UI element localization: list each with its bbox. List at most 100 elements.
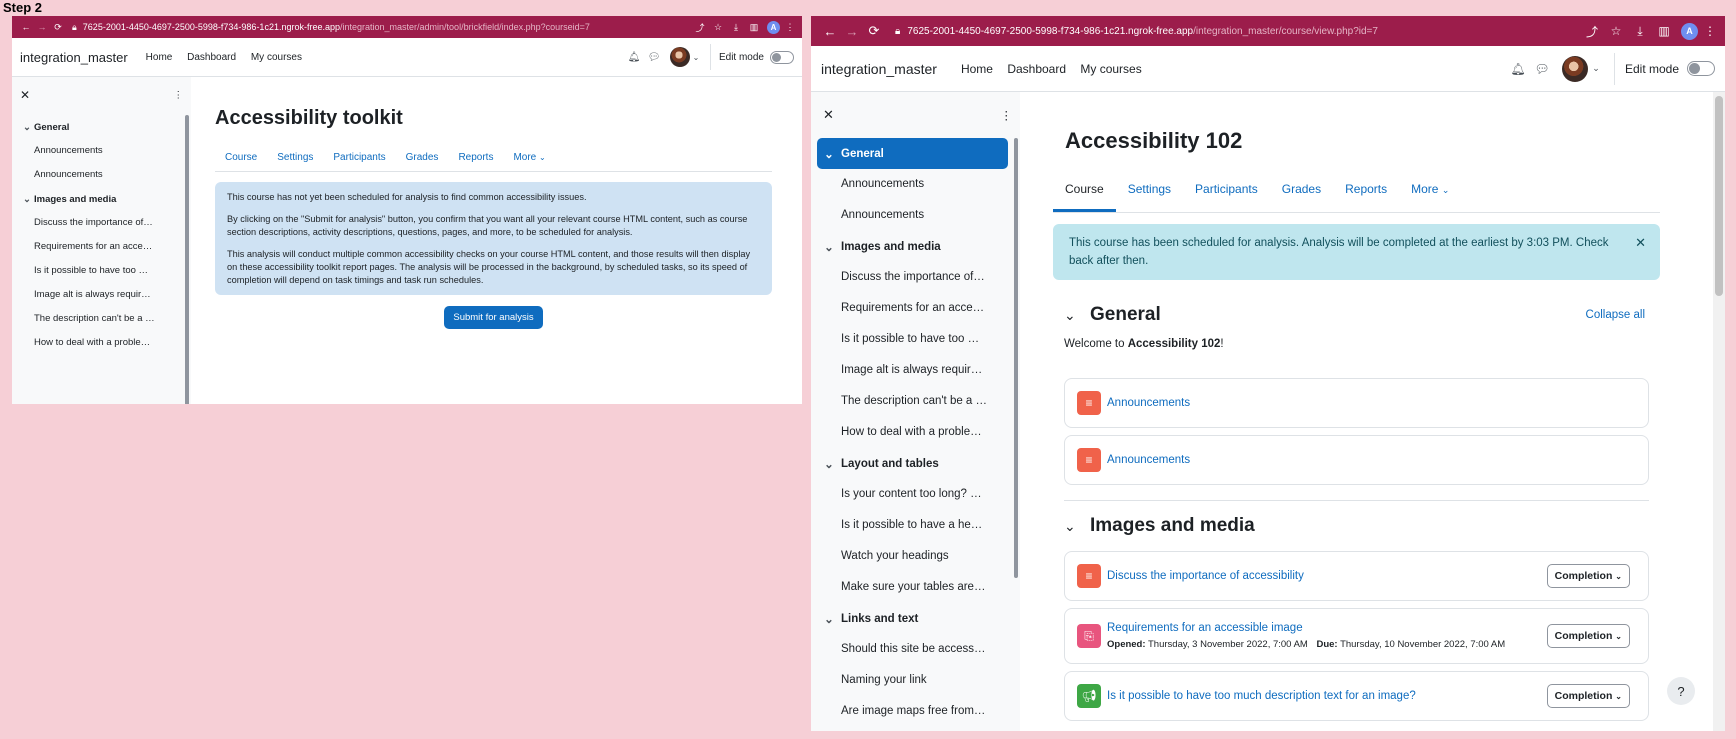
course-index-item[interactable]: Are image maps free from… bbox=[817, 696, 1012, 727]
course-index-item[interactable]: Is your content too long? … bbox=[817, 479, 1012, 510]
drawer-menu-icon[interactable]: ⋮ bbox=[1001, 108, 1013, 122]
forward-arrow-icon[interactable]: → bbox=[841, 24, 863, 39]
course-index-section-links[interactable]: ⌄ Links and text bbox=[817, 603, 1012, 634]
download-icon[interactable]: ⤓ bbox=[1628, 24, 1652, 39]
course-index-item[interactable]: Should this site be access… bbox=[817, 634, 1012, 665]
activity-link[interactable]: Is it possible to have too much descript… bbox=[1107, 690, 1416, 702]
course-index-item[interactable]: Discuss the importance of… bbox=[20, 211, 183, 235]
drawer-scrollbar[interactable] bbox=[185, 115, 189, 404]
chevron-down-icon[interactable]: ⌄ bbox=[20, 122, 34, 133]
close-alert-icon[interactable]: ✕ bbox=[1635, 234, 1646, 252]
course-index-item[interactable]: How to deal with a proble… bbox=[817, 417, 1012, 448]
address-bar[interactable]: 🔒︎ 7625-2001-4450-4697-2500-5998-f734-98… bbox=[895, 26, 1580, 37]
course-index-item[interactable]: Discuss the importance of… bbox=[817, 262, 1012, 293]
drawer-menu-icon[interactable]: ⋮ bbox=[174, 90, 184, 101]
profile-avatar[interactable]: A bbox=[1681, 22, 1698, 40]
tab-settings[interactable]: Settings bbox=[1116, 170, 1183, 212]
course-index-item[interactable]: Watch your headings bbox=[817, 541, 1012, 572]
tab-grades[interactable]: Grades bbox=[396, 144, 449, 171]
star-icon[interactable]: ☆ bbox=[1604, 24, 1628, 38]
chevron-down-icon[interactable]: ⌄ bbox=[817, 147, 841, 161]
tab-more[interactable]: More ⌄ bbox=[1399, 170, 1461, 212]
activity-link[interactable]: Announcements bbox=[1107, 397, 1190, 409]
nav-my-courses[interactable]: My courses bbox=[251, 52, 302, 63]
tab-reports[interactable]: Reports bbox=[1333, 170, 1399, 212]
bell-icon[interactable]: 🔔︎ bbox=[1506, 62, 1530, 76]
tab-course[interactable]: Course bbox=[215, 144, 267, 171]
chevron-down-icon[interactable]: ⌄ bbox=[690, 53, 702, 62]
course-index-item[interactable]: Is it possible to have too … bbox=[20, 259, 183, 283]
chat-icon[interactable]: 💬︎ bbox=[1530, 62, 1554, 76]
page-scrollbar[interactable] bbox=[1713, 92, 1725, 731]
kebab-menu-icon[interactable]: ⋮ bbox=[784, 22, 796, 33]
edit-mode-toggle[interactable] bbox=[770, 50, 794, 64]
course-index-item[interactable]: Announcements bbox=[817, 200, 1012, 231]
course-index-item[interactable]: Make sure your tables are… bbox=[817, 572, 1012, 603]
course-index-section-images[interactable]: ⌄ Images and media bbox=[817, 231, 1012, 262]
back-arrow-icon[interactable]: ← bbox=[18, 22, 34, 32]
tab-participants[interactable]: Participants bbox=[323, 144, 395, 171]
chevron-down-icon[interactable]: ⌄ bbox=[1064, 307, 1090, 324]
address-bar[interactable]: 🔒︎ 7625-2001-4450-4697-2500-5998-f734-98… bbox=[72, 22, 691, 33]
completion-dropdown[interactable]: Completion ⌄ bbox=[1546, 564, 1630, 588]
tab-participants[interactable]: Participants bbox=[1183, 170, 1270, 212]
course-index-section-layout[interactable]: ⌄ Layout and tables bbox=[817, 448, 1012, 479]
course-index-item[interactable]: Image alt is always requir… bbox=[20, 283, 183, 307]
site-brand[interactable]: integration_master bbox=[20, 50, 128, 65]
course-index-item[interactable]: Announcements bbox=[20, 139, 183, 163]
share-icon[interactable]: ⤴ bbox=[1580, 23, 1604, 40]
activity-link[interactable]: Announcements bbox=[1107, 454, 1190, 466]
nav-home[interactable]: Home bbox=[961, 62, 993, 76]
user-avatar[interactable] bbox=[1561, 55, 1588, 82]
course-index-item[interactable]: Requirements for an acce… bbox=[817, 293, 1012, 324]
reload-icon[interactable]: ⟳ bbox=[50, 22, 66, 33]
chevron-down-icon[interactable]: ⌄ bbox=[817, 612, 841, 626]
nav-dashboard[interactable]: Dashboard bbox=[1007, 62, 1066, 76]
course-index-item[interactable]: How to deal with a proble… bbox=[20, 331, 183, 355]
course-index-item[interactable]: Naming your link bbox=[817, 665, 1012, 696]
download-icon[interactable]: ⤓ bbox=[727, 22, 745, 33]
forward-arrow-icon[interactable]: → bbox=[34, 22, 50, 32]
share-icon[interactable]: ⤴ bbox=[691, 21, 709, 34]
collapse-all-link[interactable]: Collapse all bbox=[1586, 309, 1645, 321]
profile-avatar[interactable]: A bbox=[767, 20, 780, 34]
drawer-scrollbar[interactable] bbox=[1014, 138, 1018, 578]
tab-reports[interactable]: Reports bbox=[448, 144, 503, 171]
course-index-item[interactable]: The description can't be a … bbox=[817, 386, 1012, 417]
course-index-item[interactable]: Requirements for an acce… bbox=[20, 235, 183, 259]
help-button[interactable]: ? bbox=[1667, 677, 1695, 705]
course-index-item[interactable]: Is it possible to have a he… bbox=[817, 510, 1012, 541]
activity-link[interactable]: Requirements for an accessible image bbox=[1107, 622, 1505, 634]
chevron-down-icon[interactable]: ⌄ bbox=[817, 457, 841, 471]
course-index-item[interactable]: Announcements bbox=[20, 163, 183, 187]
completion-dropdown[interactable]: Completion ⌄ bbox=[1546, 624, 1630, 648]
side-panel-icon[interactable]: ▥ bbox=[745, 22, 763, 33]
nav-dashboard[interactable]: Dashboard bbox=[187, 52, 236, 63]
chat-icon[interactable]: 💬︎ bbox=[644, 52, 664, 63]
course-index-item[interactable]: Image alt is always requir… bbox=[817, 355, 1012, 386]
course-index-item[interactable]: Is it possible to have too … bbox=[817, 324, 1012, 355]
course-index-section-images[interactable]: ⌄ Images and media bbox=[20, 187, 183, 211]
submit-for-analysis-button[interactable]: Submit for analysis bbox=[444, 306, 543, 329]
back-arrow-icon[interactable]: ← bbox=[819, 24, 841, 39]
reload-icon[interactable]: ⟳ bbox=[863, 23, 885, 39]
nav-my-courses[interactable]: My courses bbox=[1080, 62, 1141, 76]
side-panel-icon[interactable]: ▥ bbox=[1652, 24, 1676, 38]
close-drawer-icon[interactable]: ✕ bbox=[20, 88, 30, 102]
star-icon[interactable]: ☆ bbox=[709, 22, 727, 33]
tab-more[interactable]: More ⌄ bbox=[503, 144, 555, 171]
chevron-down-icon[interactable]: ⌄ bbox=[1064, 518, 1090, 535]
course-index-item[interactable]: The description can't be a … bbox=[20, 307, 183, 331]
site-brand[interactable]: integration_master bbox=[821, 61, 937, 77]
completion-dropdown[interactable]: Completion ⌄ bbox=[1546, 684, 1630, 708]
tab-grades[interactable]: Grades bbox=[1270, 170, 1333, 212]
chevron-down-icon[interactable]: ⌄ bbox=[20, 194, 34, 205]
tab-settings[interactable]: Settings bbox=[267, 144, 323, 171]
kebab-menu-icon[interactable]: ⋮ bbox=[1703, 24, 1717, 38]
course-index-item[interactable]: Announcements bbox=[817, 169, 1012, 200]
tab-course[interactable]: Course bbox=[1053, 170, 1116, 212]
chevron-down-icon[interactable]: ⌄ bbox=[817, 240, 841, 254]
activity-link[interactable]: Discuss the importance of accessibility bbox=[1107, 570, 1304, 582]
user-avatar[interactable] bbox=[669, 47, 690, 67]
edit-mode-toggle[interactable] bbox=[1687, 61, 1715, 76]
